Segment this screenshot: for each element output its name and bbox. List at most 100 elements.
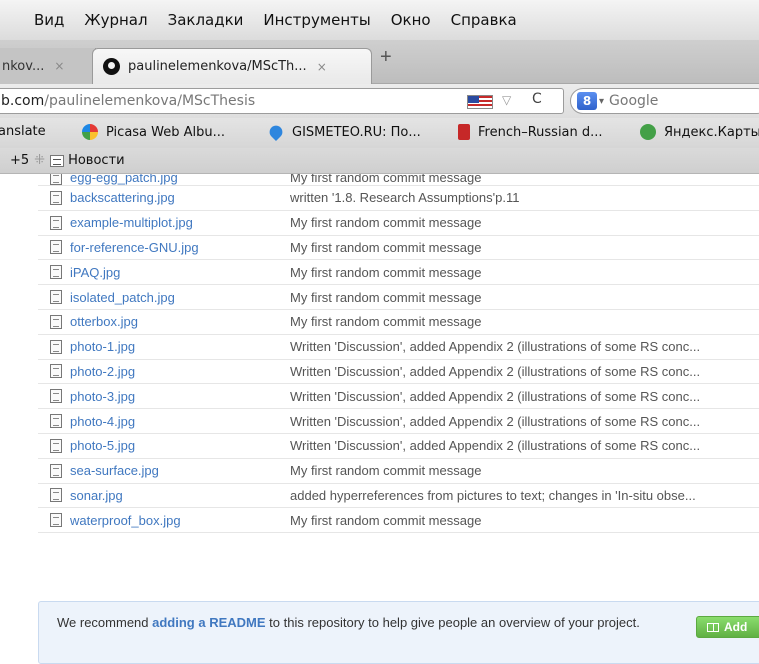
bookmark-french-russian[interactable]: French–Russian d... [458, 124, 603, 140]
table-row: iPAQ.jpg My first random commit message [38, 260, 759, 286]
add-readme-link[interactable]: adding a README [152, 615, 265, 630]
table-row: photo-3.jpg Written 'Discussion', added … [38, 384, 759, 410]
table-row: otterbox.jpg My first random commit mess… [38, 310, 759, 335]
file-icon [50, 513, 62, 528]
dropdown-arrow-icon[interactable]: ▽ [502, 93, 511, 107]
close-icon[interactable]: × [317, 60, 327, 74]
chevron-down-icon[interactable]: ▾ [599, 96, 604, 107]
menu-bookmarks[interactable]: Закладки [168, 11, 244, 29]
file-name-link[interactable]: isolated_patch.jpg [70, 290, 290, 305]
tab-previous[interactable]: nkov... × [0, 48, 96, 84]
commit-message-link[interactable]: written '1.8. Research Assumptions'p.11 [290, 190, 519, 205]
file-icon [50, 290, 62, 305]
commit-message-link[interactable]: added hyperreferences from pictures to t… [290, 488, 696, 503]
menu-help[interactable]: Справка [451, 11, 517, 29]
table-row: backscattering.jpg written '1.8. Researc… [38, 186, 759, 211]
file-name-link[interactable]: photo-1.jpg [70, 339, 290, 354]
table-row: sonar.jpg added hyperreferences from pic… [38, 484, 759, 509]
file-icon [50, 190, 62, 205]
gismeteo-icon [266, 122, 286, 142]
address-bar[interactable]: b.com/paulinelemenkova/MScThesis ▽ C [0, 88, 564, 114]
file-name-link[interactable]: otterbox.jpg [70, 314, 290, 329]
bookmark-gismeteo[interactable]: GISMETEO.RU: По... [266, 122, 421, 142]
table-row: photo-1.jpg Written 'Discussion', added … [38, 335, 759, 360]
tab-active[interactable]: paulinelemenkova/MScTh... × [92, 48, 372, 84]
file-name-link[interactable]: example-multiplot.jpg [70, 215, 290, 230]
file-name-link[interactable]: iPAQ.jpg [70, 265, 290, 280]
table-row: photo-2.jpg Written 'Discussion', added … [38, 360, 759, 385]
close-icon[interactable]: × [54, 59, 64, 73]
commit-message-link[interactable]: Written 'Discussion', added Appendix 2 (… [290, 339, 700, 354]
readme-notice: We recommend adding a README to this rep… [38, 601, 759, 664]
file-icon [50, 265, 62, 280]
menu-window[interactable]: Окно [391, 11, 431, 29]
search-input[interactable]: 8 ▾ Google [570, 88, 759, 114]
commit-message-link[interactable]: Written 'Discussion', added Appendix 2 (… [290, 414, 700, 429]
address-path: /paulinelemenkova/MScThesis [44, 93, 256, 109]
menu-history[interactable]: Журнал [84, 11, 147, 29]
file-icon [50, 463, 62, 478]
file-name-link[interactable]: for-reference-GNU.jpg [70, 240, 290, 255]
add-readme-button[interactable]: Add [696, 616, 759, 638]
commit-message-link[interactable]: Written 'Discussion', added Appendix 2 (… [290, 364, 700, 379]
picasa-icon [82, 124, 98, 140]
table-row: photo-5.jpg Written 'Discussion', added … [38, 434, 759, 459]
commit-message-link[interactable]: Written 'Discussion', added Appendix 2 (… [290, 438, 700, 453]
readme-text: We recommend adding a README to this rep… [57, 612, 657, 633]
menu-tools[interactable]: Инструменты [263, 11, 370, 29]
bookmark-label: French–Russian d... [478, 124, 603, 140]
file-name-link[interactable]: egg-egg_patch.jpg [70, 174, 290, 185]
commit-message-link[interactable]: My first random commit message [290, 513, 481, 528]
commit-message-link[interactable]: My first random commit message [290, 290, 481, 305]
file-icon [50, 438, 62, 453]
yandex-maps-icon [640, 124, 656, 140]
bookmark-yandex-maps[interactable]: Яндекс.Карты [640, 124, 759, 140]
search-engine-icon[interactable]: 8 [577, 92, 597, 110]
bookmark-picasa[interactable]: Picasa Web Albu... [82, 124, 225, 140]
bookmark-news[interactable]: Новости [68, 153, 125, 168]
menu-view[interactable]: Вид [34, 11, 64, 29]
search-placeholder: Google [609, 93, 659, 109]
file-name-link[interactable]: sonar.jpg [70, 488, 290, 503]
file-icon [50, 339, 62, 354]
commit-message-link[interactable]: My first random commit message [290, 314, 481, 329]
commit-message-link[interactable]: My first random commit message [290, 215, 481, 230]
file-name-link[interactable]: photo-5.jpg [70, 438, 290, 453]
file-name-link[interactable]: photo-4.jpg [70, 414, 290, 429]
bookmarks-overflow-bar: +5 ⁜ Новости [0, 148, 759, 174]
tab-previous-label: nkov... [2, 58, 45, 74]
github-icon [103, 58, 120, 75]
file-icon [50, 314, 62, 329]
address-host: b.com [1, 93, 45, 109]
reload-icon[interactable]: C [532, 91, 542, 107]
us-flag-icon [467, 95, 493, 109]
commit-message-link[interactable]: My first random commit message [290, 174, 481, 185]
file-name-link[interactable]: backscattering.jpg [70, 190, 290, 205]
commit-message-link[interactable]: Written 'Discussion', added Appendix 2 (… [290, 389, 700, 404]
bookmark-translate[interactable]: anslate [0, 124, 46, 139]
table-row: waterproof_box.jpg My first random commi… [38, 508, 759, 534]
separator-icon: ⁜ [34, 153, 46, 168]
bookmarks-more[interactable]: +5 [10, 153, 29, 168]
file-name-link[interactable]: photo-2.jpg [70, 364, 290, 379]
file-name-link[interactable]: photo-3.jpg [70, 389, 290, 404]
table-row: for-reference-GNU.jpg My first random co… [38, 236, 759, 261]
new-tab-button[interactable]: + [380, 46, 392, 69]
bookmark-label: Picasa Web Albu... [106, 124, 226, 140]
menu-bar: Вид Журнал Закладки Инструменты Окно Спр… [0, 0, 759, 40]
add-readme-button-label: Add [724, 619, 748, 634]
file-name-link[interactable]: sea-surface.jpg [70, 463, 290, 478]
commit-message-link[interactable]: My first random commit message [290, 240, 481, 255]
table-row: sea-surface.jpg My first random commit m… [38, 459, 759, 484]
file-name-link[interactable]: waterproof_box.jpg [70, 513, 290, 528]
commit-message-link[interactable]: My first random commit message [290, 265, 481, 280]
tab-active-label: paulinelemenkova/MScTh... [128, 59, 307, 74]
book-icon [458, 124, 470, 140]
file-icon [50, 240, 62, 255]
bookmark-label: Яндекс.Карты [664, 124, 759, 140]
bookmark-label: GISMETEO.RU: По... [292, 124, 421, 140]
bookmark-label: anslate [0, 124, 46, 139]
readme-prefix: We recommend [57, 615, 153, 630]
file-icon [50, 389, 62, 404]
commit-message-link[interactable]: My first random commit message [290, 463, 481, 478]
